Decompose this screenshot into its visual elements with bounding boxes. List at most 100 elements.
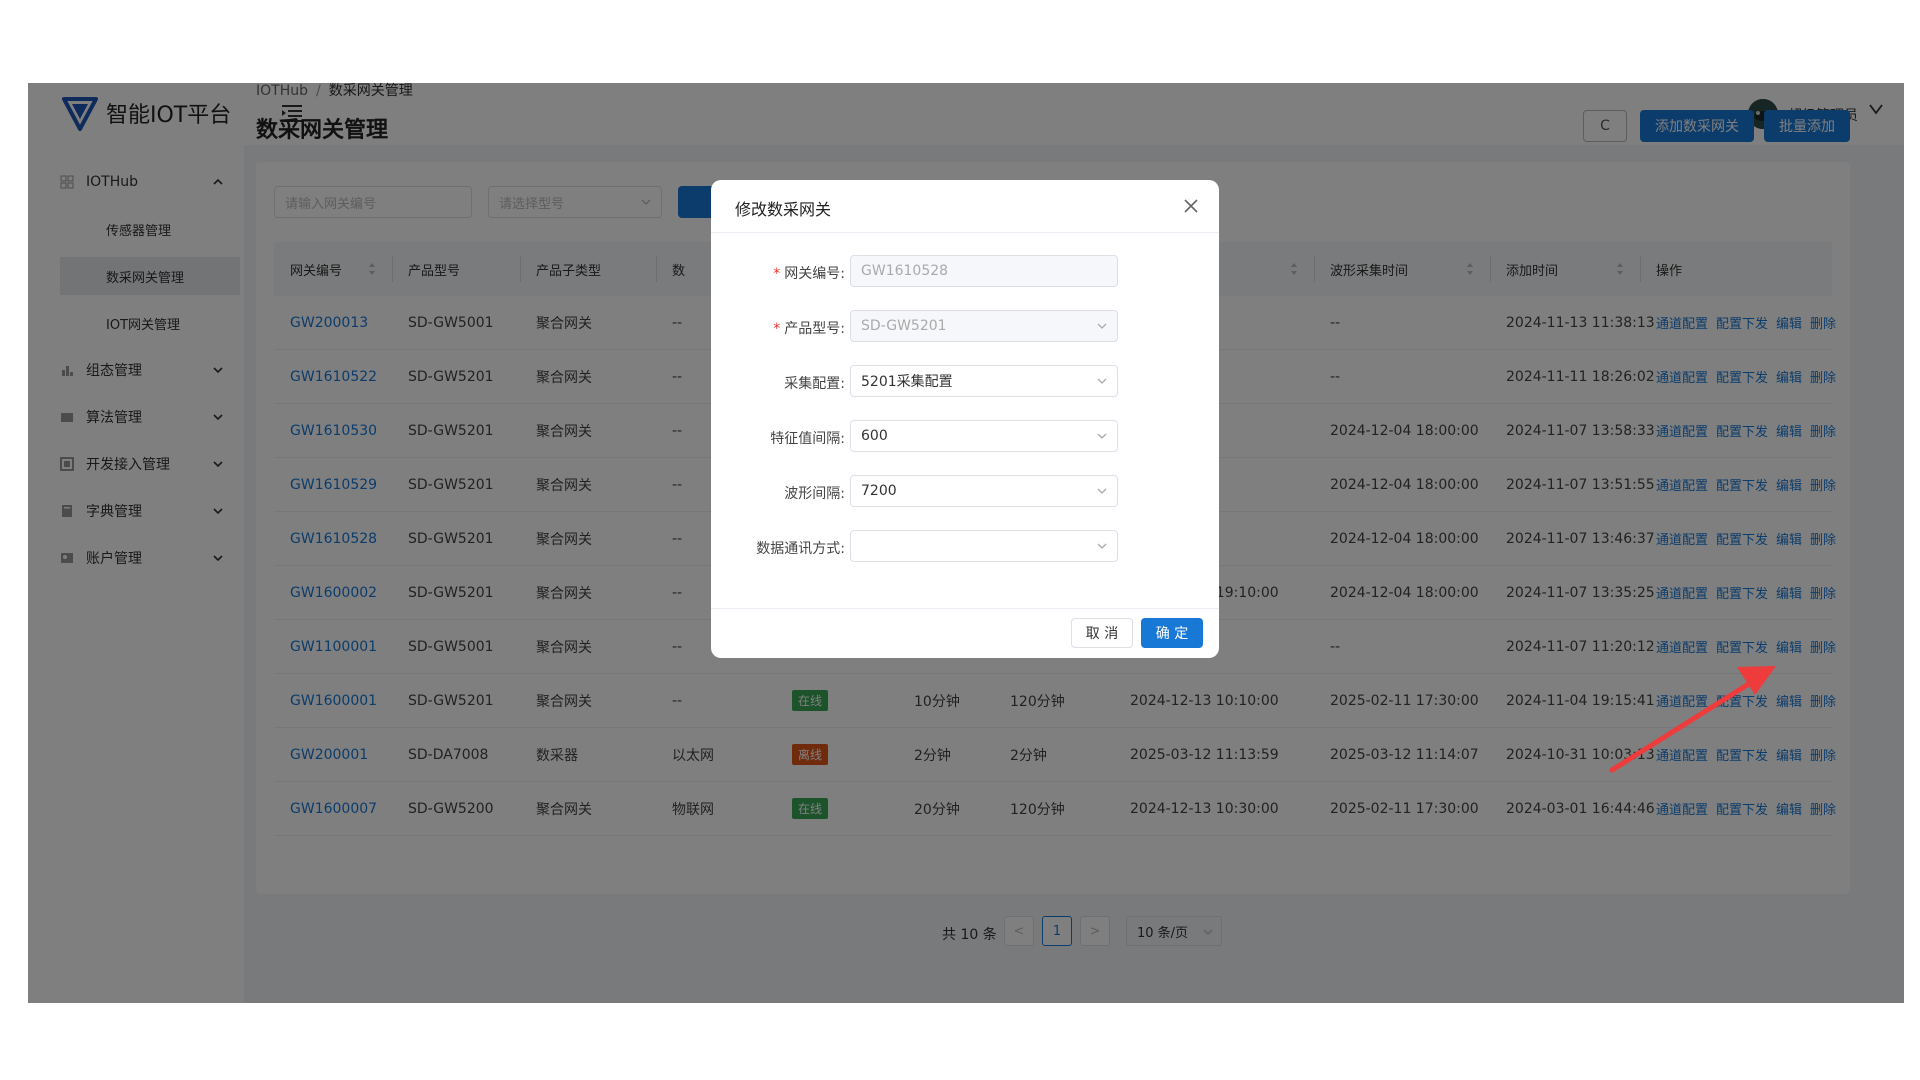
delete-link[interactable]: 删除 bbox=[1810, 421, 1836, 440]
channel-config-link[interactable]: 通道配置 bbox=[1656, 691, 1708, 710]
close-icon[interactable] bbox=[1183, 198, 1199, 214]
cell-id[interactable]: GW1600007 bbox=[290, 782, 377, 835]
gateway-id-link[interactable]: GW1610530 bbox=[290, 423, 377, 439]
sidebar-item-gateway[interactable]: 数采网关管理 bbox=[60, 257, 240, 295]
cell-id[interactable]: GW1610522 bbox=[290, 350, 377, 403]
edit-link[interactable]: 编辑 bbox=[1776, 799, 1802, 818]
cell-subtype: 聚合网关 bbox=[536, 585, 592, 602]
cell-id[interactable]: GW1600001 bbox=[290, 674, 377, 727]
gateway-id-link[interactable]: GW1100001 bbox=[290, 639, 377, 655]
delete-link[interactable]: 删除 bbox=[1810, 367, 1836, 386]
delete-link[interactable]: 删除 bbox=[1810, 745, 1836, 764]
confirm-button[interactable]: 确 定 bbox=[1141, 618, 1203, 648]
delete-link[interactable]: 删除 bbox=[1810, 799, 1836, 818]
form-select[interactable] bbox=[850, 530, 1118, 562]
sort-icon[interactable] bbox=[1290, 262, 1298, 276]
gateway-id-link[interactable]: GW1600001 bbox=[290, 693, 377, 709]
column-header[interactable]: 波形采集时间 bbox=[1330, 242, 1408, 296]
column-header[interactable]: 网关编号 bbox=[290, 242, 342, 296]
batch-add-button[interactable]: 批量添加 bbox=[1764, 110, 1850, 142]
cell-id[interactable]: GW200001 bbox=[290, 728, 368, 781]
sidebar-item-dev[interactable]: 开发接入管理 bbox=[60, 445, 240, 483]
pagination-page-1[interactable]: 1 bbox=[1042, 916, 1072, 946]
column-header[interactable]: 数 bbox=[672, 242, 685, 296]
sort-icon[interactable] bbox=[368, 262, 376, 276]
column-header[interactable]: 操作 bbox=[1656, 242, 1682, 296]
edit-link[interactable]: 编辑 bbox=[1776, 745, 1802, 764]
sidebar-item-account[interactable]: 账户管理 bbox=[60, 539, 240, 577]
delete-link[interactable]: 删除 bbox=[1810, 313, 1836, 332]
sidebar-item-algorithm[interactable]: 算法管理 bbox=[60, 398, 240, 436]
breadcrumb-root[interactable]: IOTHub bbox=[256, 83, 308, 99]
cell-id[interactable]: GW200013 bbox=[290, 296, 368, 349]
config-deploy-link[interactable]: 配置下发 bbox=[1716, 583, 1768, 602]
sidebar-item-iot-gateway[interactable]: IOT网关管理 bbox=[60, 304, 240, 342]
pagination-prev-button[interactable]: < bbox=[1004, 916, 1034, 946]
gateway-id-input[interactable]: 请输入网关编号 bbox=[274, 186, 472, 218]
cell-id[interactable]: GW1100001 bbox=[290, 620, 377, 673]
gateway-id-link[interactable]: GW200001 bbox=[290, 747, 368, 763]
gateway-id-link[interactable]: GW200013 bbox=[290, 315, 368, 331]
column-header[interactable]: 添加时间 bbox=[1506, 242, 1558, 296]
gateway-id-link[interactable]: GW1610522 bbox=[290, 369, 377, 385]
config-deploy-link[interactable]: 配置下发 bbox=[1716, 421, 1768, 440]
gateway-id-link[interactable]: GW1600007 bbox=[290, 801, 377, 817]
edit-link[interactable]: 编辑 bbox=[1776, 313, 1802, 332]
cell-id[interactable]: GW1610529 bbox=[290, 458, 377, 511]
sidebar-item-dictionary[interactable]: 字典管理 bbox=[60, 492, 240, 530]
channel-config-link[interactable]: 通道配置 bbox=[1656, 313, 1708, 332]
config-deploy-link[interactable]: 配置下发 bbox=[1716, 475, 1768, 494]
channel-config-link[interactable]: 通道配置 bbox=[1656, 367, 1708, 386]
config-deploy-link[interactable]: 配置下发 bbox=[1716, 313, 1768, 332]
edit-link[interactable]: 编辑 bbox=[1776, 421, 1802, 440]
delete-link[interactable]: 删除 bbox=[1810, 637, 1836, 656]
gateway-id-link[interactable]: GW1610529 bbox=[290, 477, 377, 493]
delete-link[interactable]: 删除 bbox=[1810, 529, 1836, 548]
pagination-next-button[interactable]: > bbox=[1080, 916, 1110, 946]
form-select[interactable]: 7200 bbox=[850, 475, 1118, 507]
cell-wave-time: 2024-12-04 18:00:00 bbox=[1330, 422, 1479, 439]
refresh-button[interactable]: C bbox=[1583, 110, 1627, 142]
gateway-id-link[interactable]: GW1610528 bbox=[290, 531, 377, 547]
edit-link[interactable]: 编辑 bbox=[1776, 475, 1802, 494]
config-deploy-link[interactable]: 配置下发 bbox=[1716, 367, 1768, 386]
sidebar-item-config[interactable]: 组态管理 bbox=[60, 351, 240, 389]
chevron-down-icon[interactable] bbox=[1868, 101, 1884, 117]
form-select[interactable]: 5201采集配置 bbox=[850, 365, 1118, 397]
sort-icon[interactable] bbox=[1466, 262, 1474, 276]
channel-config-link[interactable]: 通道配置 bbox=[1656, 799, 1708, 818]
edit-link[interactable]: 编辑 bbox=[1776, 529, 1802, 548]
channel-config-link[interactable]: 通道配置 bbox=[1656, 529, 1708, 548]
edit-link[interactable]: 编辑 bbox=[1776, 367, 1802, 386]
cell-id[interactable]: GW1600002 bbox=[290, 566, 377, 619]
config-deploy-link[interactable]: 配置下发 bbox=[1716, 529, 1768, 548]
config-deploy-link[interactable]: 配置下发 bbox=[1716, 799, 1768, 818]
channel-config-link[interactable]: 通道配置 bbox=[1656, 583, 1708, 602]
sidebar-item-iothub[interactable]: IOTHub bbox=[60, 163, 240, 201]
add-gateway-button[interactable]: 添加数采网关 bbox=[1640, 110, 1754, 142]
cancel-button[interactable]: 取 消 bbox=[1071, 618, 1133, 648]
config-deploy-link[interactable]: 配置下发 bbox=[1716, 691, 1768, 710]
edit-link[interactable]: 编辑 bbox=[1776, 637, 1802, 656]
edit-link[interactable]: 编辑 bbox=[1776, 583, 1802, 602]
model-select[interactable]: 请选择型号 bbox=[488, 186, 662, 218]
config-deploy-link[interactable]: 配置下发 bbox=[1716, 637, 1768, 656]
delete-link[interactable]: 删除 bbox=[1810, 583, 1836, 602]
column-header[interactable]: 产品型号 bbox=[408, 242, 460, 296]
form-select[interactable]: 600 bbox=[850, 420, 1118, 452]
channel-config-link[interactable]: 通道配置 bbox=[1656, 421, 1708, 440]
gateway-id-link[interactable]: GW1600002 bbox=[290, 585, 377, 601]
delete-link[interactable]: 删除 bbox=[1810, 691, 1836, 710]
channel-config-link[interactable]: 通道配置 bbox=[1656, 475, 1708, 494]
sort-icon[interactable] bbox=[1616, 262, 1624, 276]
config-deploy-link[interactable]: 配置下发 bbox=[1716, 745, 1768, 764]
cell-id[interactable]: GW1610530 bbox=[290, 404, 377, 457]
cell-id[interactable]: GW1610528 bbox=[290, 512, 377, 565]
page-size-select[interactable]: 10 条/页 bbox=[1126, 916, 1222, 946]
column-header[interactable]: 产品子类型 bbox=[536, 242, 601, 296]
channel-config-link[interactable]: 通道配置 bbox=[1656, 637, 1708, 656]
channel-config-link[interactable]: 通道配置 bbox=[1656, 745, 1708, 764]
delete-link[interactable]: 删除 bbox=[1810, 475, 1836, 494]
edit-link[interactable]: 编辑 bbox=[1776, 691, 1802, 710]
sidebar-item-sensor[interactable]: 传感器管理 bbox=[60, 210, 240, 248]
